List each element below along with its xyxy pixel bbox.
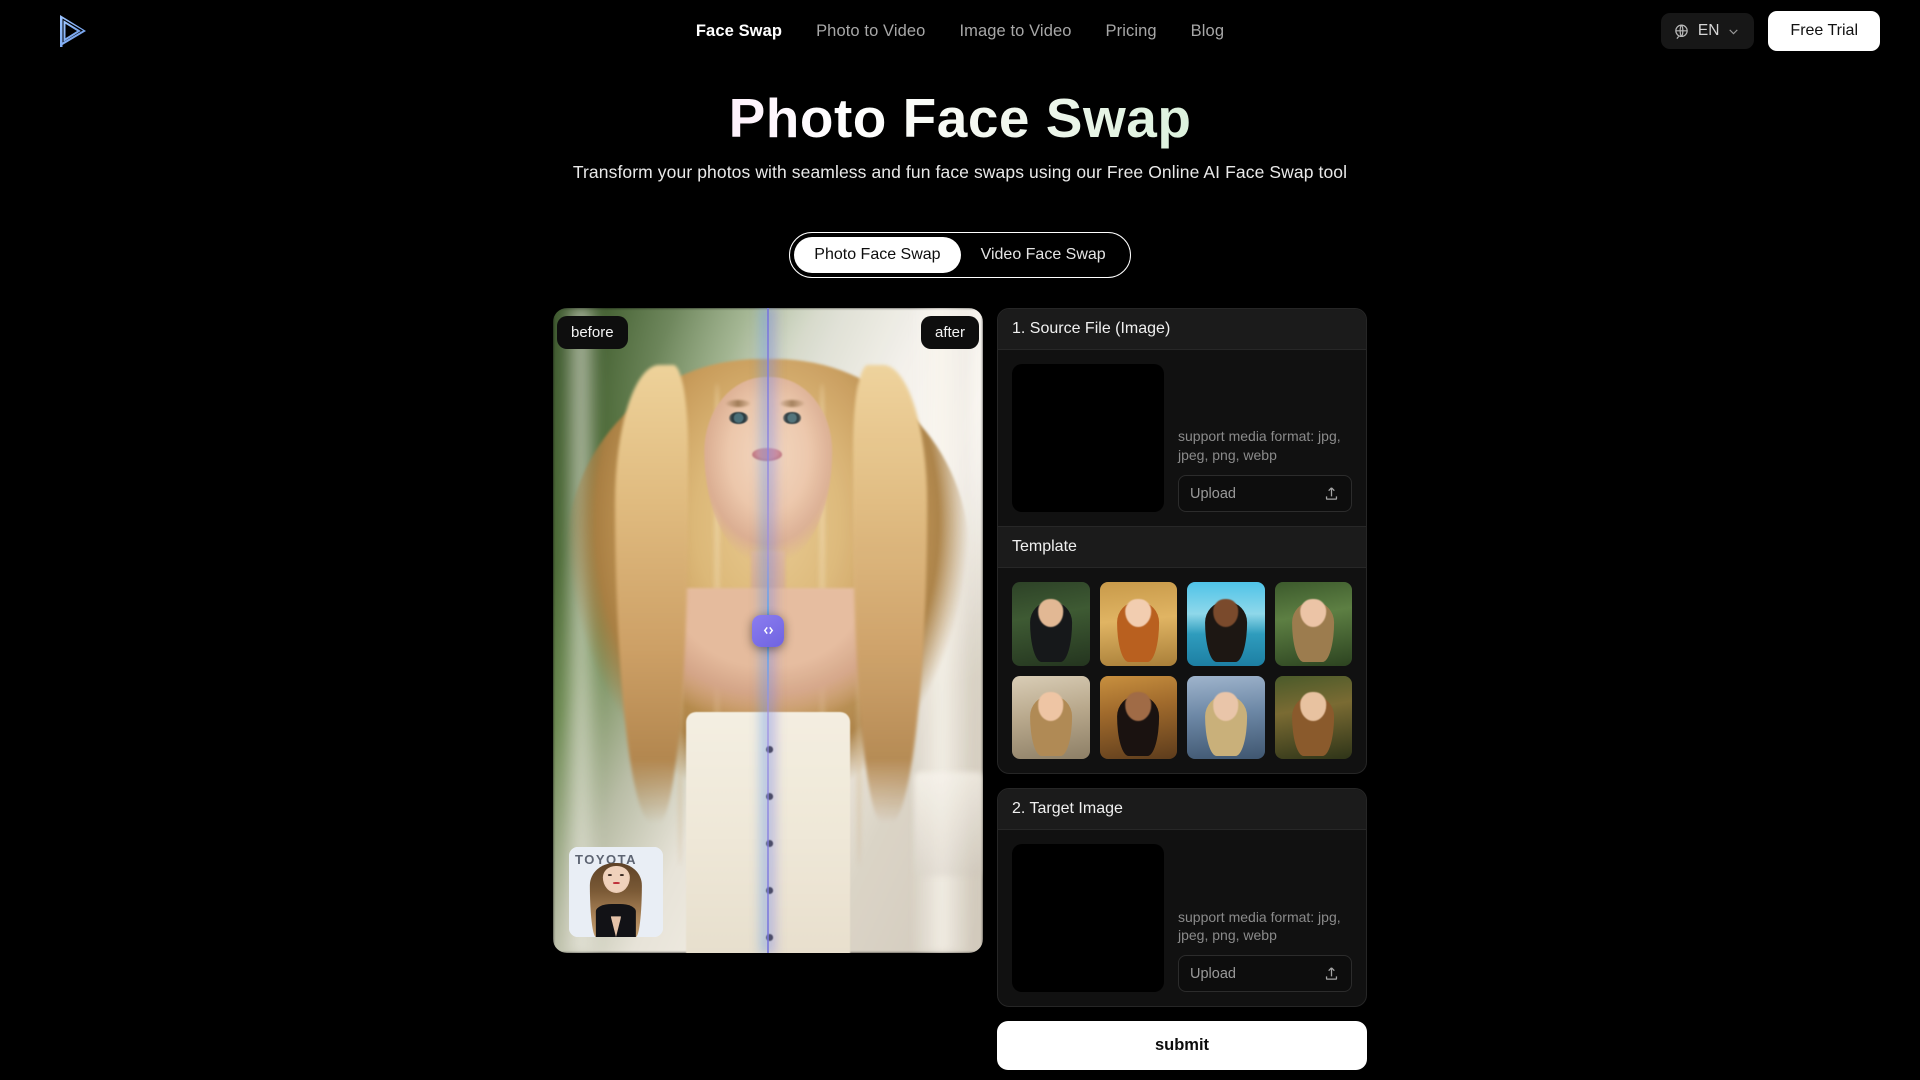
- target-image-panel: 2. Target Image support media format: jp…: [997, 788, 1367, 1008]
- template-thumbnail[interactable]: [1099, 582, 1177, 666]
- mode-toggle: Photo Face Swap Video Face Swap: [789, 232, 1131, 278]
- source-file-panel: 1. Source File (Image) support media for…: [997, 308, 1367, 775]
- source-support-text: support media format: jpg, jpeg, png, we…: [1178, 428, 1341, 464]
- page-subtitle: Transform your photos with seamless and …: [572, 161, 1348, 182]
- template-thumbnail[interactable]: [1012, 675, 1090, 760]
- thumbnail-portrait: [587, 858, 645, 937]
- chevron-down-icon: [1729, 28, 1739, 35]
- upload-icon: [1325, 967, 1338, 981]
- template-thumbnail[interactable]: [1099, 675, 1177, 760]
- source-preview-box[interactable]: [1012, 364, 1164, 512]
- main-content: before after TOYOTA 1. Source File (Imag…: [0, 308, 1920, 1071]
- nav-item-blog[interactable]: Blog: [1191, 22, 1224, 41]
- target-preview-box[interactable]: [1012, 844, 1164, 993]
- target-upload-label: Upload: [1190, 965, 1236, 982]
- source-file-title: 1. Source File (Image): [998, 309, 1366, 350]
- primary-nav: Face Swap Photo to Video Image to Video …: [0, 0, 1920, 62]
- target-image-body: support media format: jpg, jpeg, png, we…: [998, 830, 1366, 1006]
- target-upload-button[interactable]: Upload: [1178, 955, 1352, 993]
- free-trial-button[interactable]: Free Trial: [1768, 11, 1880, 51]
- header-actions: EN Free Trial: [1660, 11, 1880, 51]
- upload-icon: [1325, 487, 1338, 500]
- nav-item-pricing[interactable]: Pricing: [1106, 22, 1157, 41]
- template-thumbnail[interactable]: [1187, 582, 1265, 666]
- source-face-thumbnail[interactable]: TOYOTA: [569, 847, 663, 937]
- source-upload-label: Upload: [1190, 485, 1236, 502]
- controls-column: 1. Source File (Image) support media for…: [997, 308, 1367, 1071]
- source-upload-area: support media format: jpg, jpeg, png, we…: [1178, 364, 1352, 512]
- target-image-title: 2. Target Image: [998, 789, 1366, 831]
- template-thumbnail[interactable]: [1012, 582, 1090, 666]
- language-selector[interactable]: EN: [1660, 13, 1755, 49]
- source-file-body: support media format: jpg, jpeg, png, we…: [998, 350, 1366, 526]
- template-thumbnail[interactable]: [1187, 675, 1265, 760]
- template-grid: [998, 568, 1366, 773]
- slider-handle-icon: [763, 626, 773, 635]
- before-after-comparison[interactable]: before after TOYOTA: [553, 308, 983, 953]
- target-support-text: support media format: jpg, jpeg, png, we…: [1178, 908, 1341, 944]
- template-thumbnail[interactable]: [1274, 582, 1352, 666]
- mode-toggle-wrap: Photo Face Swap Video Face Swap: [0, 232, 1920, 278]
- nav-item-photo-to-video[interactable]: Photo to Video: [816, 22, 925, 41]
- template-title: Template: [998, 526, 1366, 568]
- submit-button[interactable]: submit: [997, 1021, 1367, 1071]
- tab-photo-face-swap[interactable]: Photo Face Swap: [794, 237, 961, 273]
- globe-icon: [1675, 24, 1688, 39]
- language-label: EN: [1697, 22, 1720, 39]
- template-thumbnail[interactable]: [1274, 675, 1352, 760]
- page-title: Photo Face Swap: [0, 87, 1920, 150]
- comparison-slider-handle[interactable]: [752, 614, 784, 647]
- target-upload-area: support media format: jpg, jpeg, png, we…: [1178, 844, 1352, 993]
- after-label: after: [920, 316, 979, 349]
- nav-item-image-to-video[interactable]: Image to Video: [959, 22, 1071, 41]
- site-header: Face Swap Photo to Video Image to Video …: [0, 0, 1920, 62]
- nav-item-face-swap[interactable]: Face Swap: [696, 22, 782, 41]
- tab-video-face-swap[interactable]: Video Face Swap: [961, 237, 1126, 273]
- hero-section: Photo Face Swap Transform your photos wi…: [0, 87, 1920, 183]
- source-upload-button[interactable]: Upload: [1178, 475, 1352, 512]
- before-label: before: [557, 316, 628, 349]
